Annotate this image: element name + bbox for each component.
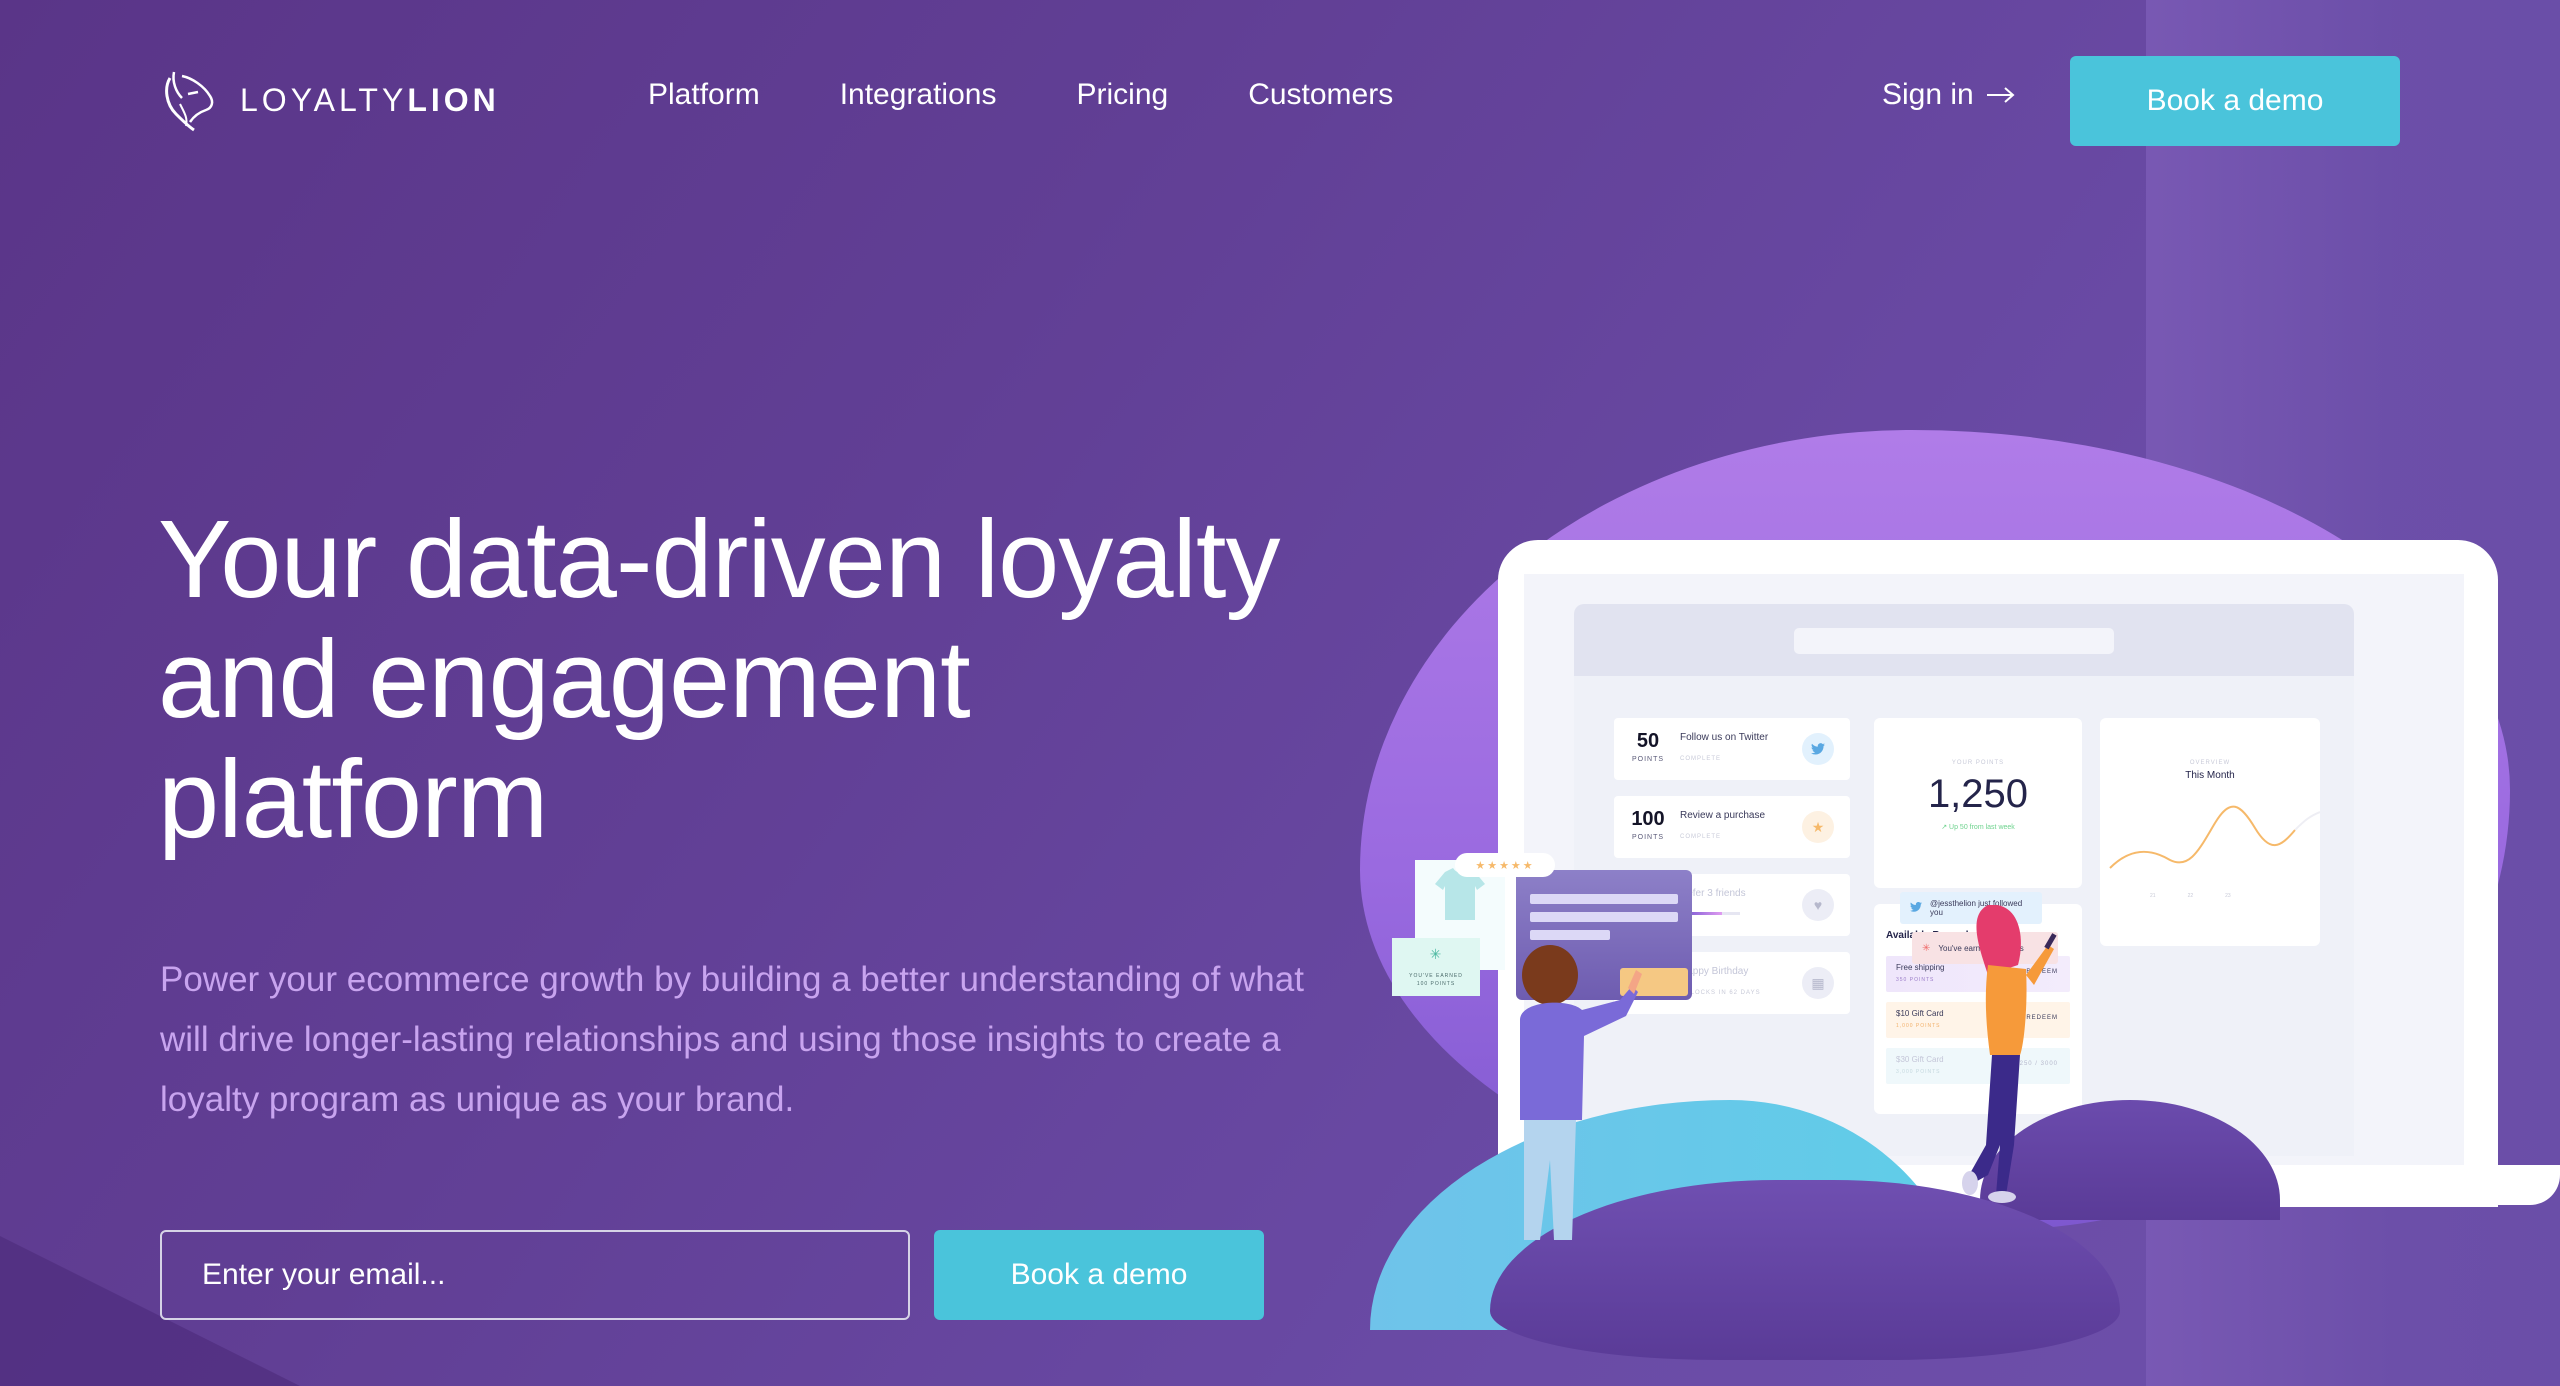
points-value: 1,250 (1927, 772, 2029, 816)
form-line (1530, 894, 1678, 904)
gift-icon: ▦ (1802, 967, 1834, 999)
form-line (1530, 912, 1678, 922)
hero-book-demo-button[interactable]: Book a demo (934, 1230, 1264, 1320)
sparkle-icon: ✳ (1922, 942, 1931, 954)
nav-link-pricing[interactable]: Pricing (1076, 78, 1168, 112)
form-line (1530, 930, 1610, 940)
nav-link-platform[interactable]: Platform (648, 78, 760, 112)
hero-title: Your data-driven loyalty and engagement … (158, 500, 1358, 860)
primary-nav: Platform Integrations Pricing Customers (648, 78, 1393, 112)
sign-in-link[interactable]: Sign in (1882, 78, 2016, 112)
task-points-label: POINTS (1631, 834, 1665, 841)
overview-line-chart (2109, 805, 2320, 869)
star-icon: ★ (1802, 811, 1834, 843)
reward-cost: 350 POINTS (1896, 977, 1935, 983)
hero-title-line: Your data-driven loyalty (158, 498, 1281, 621)
overview-card: OVERVIEW This Month 21 22 23 (2100, 718, 2320, 946)
task-card: 100 POINTS Review a purchase COMPLETE ★ (1614, 796, 1850, 858)
task-status: UNLOCKS IN 62 DAYS (1680, 990, 1761, 996)
chart-ticks: 21 22 23 (2150, 893, 2231, 899)
lion-head-icon (165, 71, 214, 132)
reward-name: $10 Gift Card (1896, 1009, 1944, 1018)
chart-tick: 23 (2225, 893, 2231, 899)
heart-icon: ♥ (1802, 889, 1834, 921)
hero-title-line: platform (158, 738, 548, 861)
task-points: 100 (1631, 808, 1665, 830)
overview-title: This Month (2185, 770, 2235, 781)
brand-name-bold: LION (407, 81, 500, 118)
task-points: 50 (1636, 730, 1660, 752)
hero-subtitle: Power your ecommerce growth by building … (160, 960, 1304, 1119)
man-figure (1520, 945, 1642, 1240)
reward-name: $30 Gift Card (1896, 1055, 1944, 1064)
task-status: COMPLETE (1680, 756, 1722, 762)
twitter-icon (1910, 901, 1922, 914)
chart-tick: 21 (2150, 893, 2156, 899)
task-title: Follow us on Twitter (1680, 732, 1769, 743)
earned-line: YOU'VE EARNED (1409, 973, 1463, 979)
sparkle-icon: ✳ (1429, 946, 1443, 962)
brand-name-light: LOYALTY (240, 81, 408, 118)
hero-title-line: and engagement (158, 618, 971, 741)
points-card: YOUR POINTS 1,250 ↗ Up 50 from last week (1874, 718, 2082, 888)
sign-in-label: Sign in (1882, 78, 1974, 111)
nav-link-customers[interactable]: Customers (1248, 78, 1393, 112)
earned-points-card: ✳ YOU'VE EARNED 100 POINTS (1392, 938, 1480, 996)
email-input[interactable] (160, 1230, 910, 1320)
task-status: COMPLETE (1680, 834, 1722, 840)
reward-name: Free shipping (1896, 963, 1945, 972)
rating-stars: ★★★★★ (1455, 853, 1555, 877)
earned-line: 100 POINTS (1416, 981, 1456, 987)
reward-cost: 1,000 POINTS (1896, 1023, 1941, 1029)
nav-link-integrations[interactable]: Integrations (840, 78, 997, 112)
task-title: Review a purchase (1680, 810, 1766, 821)
chart-line (2109, 805, 2296, 869)
brand-logo[interactable]: LOYALTYLION (158, 64, 500, 136)
task-card: 50 POINTS Follow us on Twitter COMPLETE (1614, 718, 1850, 780)
hero-illustration: 50 POINTS Follow us on Twitter COMPLETE … (1350, 400, 2560, 1386)
woman-figure (1962, 905, 2057, 1203)
overview-label: OVERVIEW (2189, 760, 2231, 766)
reward-cost: 3,000 POINTS (1896, 1069, 1941, 1075)
nav-book-demo-button[interactable]: Book a demo (2070, 56, 2400, 146)
arrow-right-icon (1986, 87, 2015, 103)
trend-up-icon: ↗ (1941, 824, 1950, 831)
twitter-icon (1802, 733, 1834, 765)
brand-name: LOYALTYLION (240, 82, 500, 119)
top-navigation: LOYALTYLION Platform Integrations Pricin… (0, 0, 2560, 200)
url-bar (1794, 628, 2114, 654)
task-points-label: POINTS (1631, 756, 1665, 763)
points-label: YOUR POINTS (1951, 760, 2005, 766)
chart-tick: 22 (2187, 893, 2194, 899)
points-trend: ↗ Up 50 from last week (1874, 823, 2082, 831)
browser-bar (1574, 604, 2354, 676)
points-trend-text: Up 50 from last week (1949, 824, 2015, 831)
chart-line-projection (2294, 811, 2320, 831)
